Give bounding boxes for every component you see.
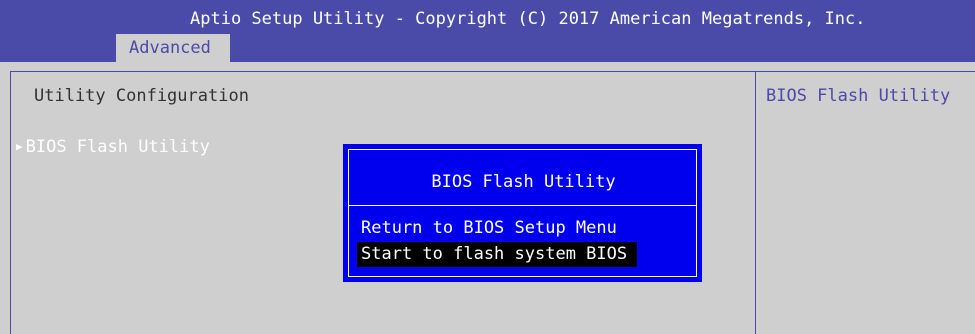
help-text: BIOS Flash Utility: [766, 86, 951, 106]
menu-item-label: BIOS Flash Utility: [25, 137, 210, 157]
help-divider: [755, 71, 756, 334]
menu-item-bios-flash-utility[interactable]: ▶ BIOS Flash Utility: [16, 137, 210, 157]
option-start-flash[interactable]: Start to flash system BIOS: [357, 242, 638, 267]
title-bar: Aptio Setup Utility - Copyright (C) 2017…: [0, 0, 975, 62]
option-return-to-setup[interactable]: Return to BIOS Setup Menu: [357, 216, 627, 241]
flash-dialog: BIOS Flash Utility Return to BIOS Setup …: [343, 144, 702, 282]
dialog-title: BIOS Flash Utility: [431, 172, 616, 192]
triangle-right-icon: ▶: [16, 140, 23, 153]
main-panel: Utility Configuration ▶ BIOS Flash Utilit…: [0, 62, 975, 334]
section-title: Utility Configuration: [34, 86, 249, 106]
dialog-separator: [349, 205, 696, 206]
dialog-frame: BIOS Flash Utility Return to BIOS Setup …: [348, 149, 697, 277]
tab-advanced[interactable]: Advanced: [116, 34, 230, 62]
app-title: Aptio Setup Utility - Copyright (C) 2017…: [190, 9, 866, 29]
